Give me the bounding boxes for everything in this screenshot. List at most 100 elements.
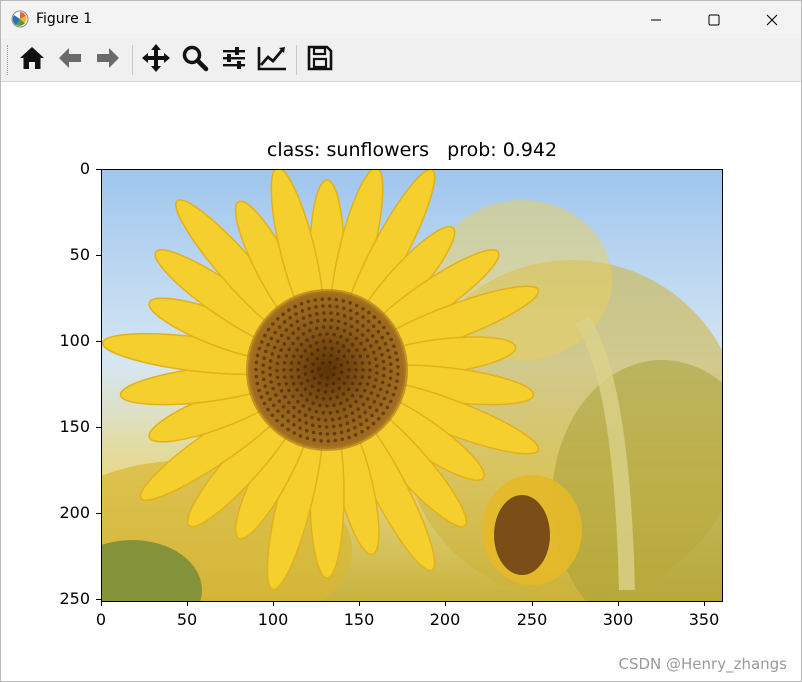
seed — [353, 433, 358, 437]
seed — [294, 312, 298, 316]
minimize-button[interactable] — [627, 1, 685, 39]
seed — [341, 299, 346, 303]
seed — [297, 418, 302, 422]
watermark: CSDN @Henry_zhangs — [618, 655, 787, 673]
seed — [289, 368, 293, 372]
zoom-button[interactable] — [178, 44, 212, 76]
seed — [361, 315, 365, 319]
x-tick-label: 200 — [429, 610, 461, 629]
seed — [306, 378, 310, 383]
seed — [382, 396, 387, 401]
seed — [314, 305, 318, 309]
seed — [363, 388, 367, 393]
seed — [332, 403, 336, 408]
seed — [327, 297, 332, 301]
seed — [364, 418, 369, 422]
x-tick-label: 100 — [257, 610, 289, 629]
seed — [276, 317, 280, 321]
seed — [321, 411, 326, 415]
x-tick-label: 250 — [516, 610, 548, 629]
seed — [291, 382, 296, 386]
seed — [335, 409, 340, 414]
seed — [287, 400, 291, 405]
seed — [348, 404, 353, 408]
seed — [367, 361, 372, 365]
seed — [375, 364, 379, 368]
seed — [361, 307, 365, 311]
seed — [335, 357, 340, 361]
seed — [365, 338, 370, 342]
seed — [394, 351, 398, 355]
forward-button[interactable] — [91, 44, 125, 76]
seed — [298, 426, 302, 430]
maximize-button[interactable] — [685, 1, 743, 39]
seed — [354, 303, 359, 308]
x-tick — [187, 601, 188, 606]
seed — [319, 373, 323, 378]
seed — [297, 409, 302, 414]
y-tick — [96, 513, 101, 514]
seed — [311, 334, 315, 339]
seed — [328, 411, 333, 415]
seed — [372, 350, 376, 355]
seed — [311, 423, 315, 427]
seed — [277, 325, 282, 329]
seed — [284, 354, 289, 358]
save-button[interactable] — [303, 44, 337, 76]
seed — [354, 368, 358, 372]
seed — [318, 403, 322, 408]
toolbar-separator — [132, 45, 133, 75]
configure-subplots-button[interactable] — [217, 44, 251, 76]
navigation-toolbar — [1, 39, 801, 82]
seed — [282, 342, 287, 346]
seed — [275, 375, 280, 380]
seed — [282, 361, 287, 365]
seed — [329, 353, 333, 358]
seed — [382, 366, 386, 371]
seed — [266, 327, 271, 332]
seed — [328, 304, 332, 308]
seed — [360, 333, 365, 337]
seed — [350, 381, 355, 386]
seed — [282, 320, 287, 324]
seed — [310, 369, 314, 374]
seed — [328, 397, 333, 401]
seed — [337, 349, 341, 354]
seed — [339, 401, 343, 406]
seed — [312, 376, 317, 380]
seed — [282, 368, 286, 372]
seed — [263, 384, 267, 388]
seed — [266, 407, 270, 412]
seed — [376, 393, 380, 398]
seed — [302, 323, 307, 328]
seed — [295, 348, 299, 352]
seed — [346, 375, 350, 379]
seed — [317, 367, 321, 371]
seed — [287, 347, 291, 352]
seed — [304, 428, 309, 433]
seed — [296, 327, 301, 331]
seed — [348, 332, 353, 336]
seed — [297, 375, 301, 379]
seed — [388, 376, 393, 381]
seed — [286, 419, 290, 423]
x-tick — [532, 601, 533, 606]
edit-axis-button[interactable] — [255, 44, 289, 76]
home-button[interactable] — [15, 44, 49, 76]
seed — [355, 319, 360, 324]
image-axes[interactable] — [101, 169, 723, 602]
seed — [292, 423, 296, 427]
seed — [347, 367, 351, 372]
back-button[interactable] — [53, 44, 87, 76]
y-tick — [96, 169, 101, 170]
seed — [370, 413, 374, 418]
seed — [355, 328, 360, 333]
y-tick — [96, 255, 101, 256]
seed — [289, 361, 294, 365]
seed — [261, 370, 265, 375]
close-button[interactable] — [743, 1, 801, 39]
seed — [269, 336, 274, 341]
toolbar-grip[interactable] — [7, 45, 10, 75]
seed — [380, 380, 385, 385]
pan-button[interactable] — [139, 44, 173, 76]
